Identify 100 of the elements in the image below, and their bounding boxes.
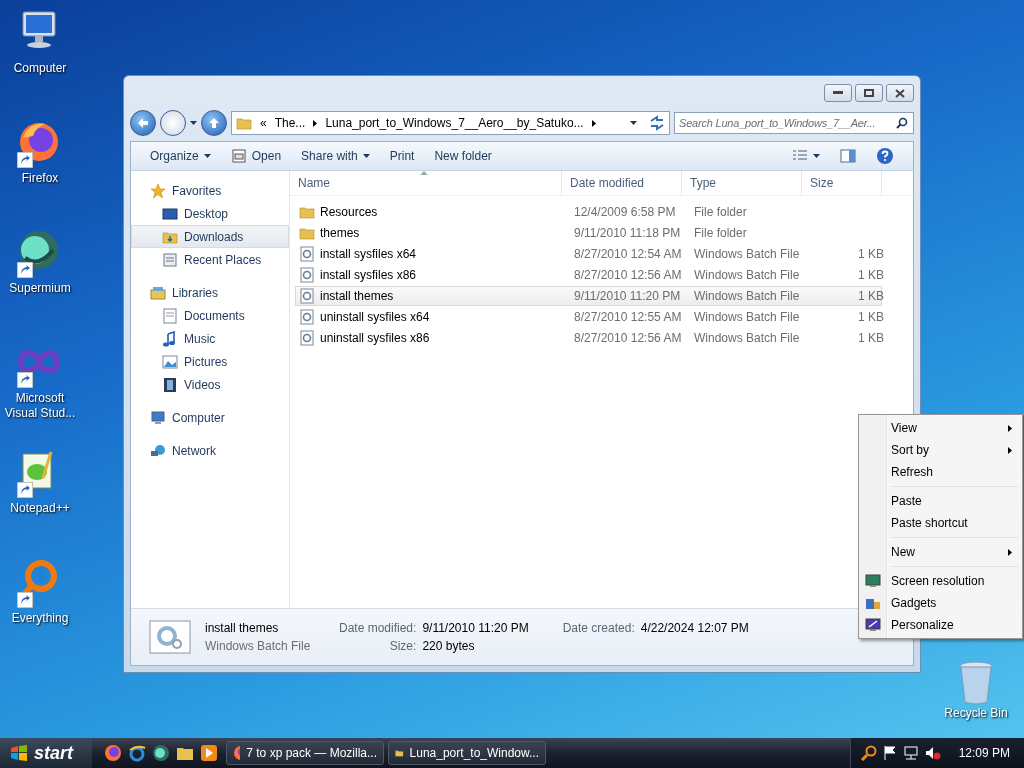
breadcrumb[interactable]: The... <box>274 116 306 130</box>
nav-item[interactable]: Desktop <box>131 202 289 225</box>
toolbar-button[interactable]: Organize <box>141 146 220 166</box>
file-name: uninstall sysfiles x64 <box>320 310 430 324</box>
type-cell-text: Windows Batch File <box>693 268 801 282</box>
start-button[interactable]: start <box>0 738 92 768</box>
caret-icon <box>203 154 211 158</box>
date-cell-text: 12/4/2009 6:58 PM <box>573 205 677 219</box>
toolbar-button[interactable]: New folder <box>425 146 501 166</box>
menu-item[interactable]: Paste <box>861 490 1020 512</box>
type-cell-text: File folder <box>693 205 748 219</box>
column-header[interactable]: Type <box>682 171 802 195</box>
sort-arrow-icon <box>420 171 428 175</box>
star-icon <box>150 182 166 199</box>
nav-item[interactable]: Music <box>131 327 289 350</box>
toolbar-button[interactable]: Print <box>380 146 424 166</box>
size-cell-text: 1 KB <box>857 289 885 303</box>
menu-item[interactable]: Screen resolution <box>861 570 1020 592</box>
address-overflow[interactable]: « <box>260 116 267 130</box>
close-button[interactable] <box>886 84 914 102</box>
icon-label: Notepad++ <box>10 501 70 516</box>
shortcut-arrow-icon <box>17 482 33 498</box>
nav-item[interactable]: Computer <box>131 406 289 429</box>
nav-item[interactable]: Videos <box>131 373 289 396</box>
internet-explorer-icon[interactable] <box>128 744 146 762</box>
computer-icon <box>150 409 166 426</box>
shortcut-arrow-icon <box>17 372 33 388</box>
date-cell-text: 9/11/2010 11:18 PM <box>573 226 682 240</box>
menu-item[interactable]: Gadgets <box>861 592 1020 614</box>
nav-item[interactable]: Documents <box>131 304 289 327</box>
detail-value: 220 bytes <box>422 639 476 653</box>
preview-pane-icon <box>840 149 856 163</box>
maximize-button[interactable] <box>855 84 883 102</box>
toolbar-button[interactable]: Share with <box>292 146 379 166</box>
search-field[interactable]: Search Luna_port_to_Windows_7__Aer... <box>674 112 914 134</box>
view-list-icon <box>792 149 808 163</box>
column-header[interactable]: Size <box>802 171 882 195</box>
shortcut-arrow-icon <box>17 262 33 278</box>
file-row[interactable]: uninstall sysfiles x86 8/27/2010 12:56 AM Windows Batch File 1 KB <box>295 328 882 348</box>
file-name: Resources <box>320 205 378 219</box>
history-caret-icon <box>190 121 197 125</box>
submenu-arrow-icon <box>1008 424 1012 432</box>
windows-logo-icon <box>10 745 28 761</box>
recent-icon <box>162 251 178 268</box>
nav-item[interactable]: Downloads <box>131 225 289 248</box>
menu-item[interactable]: Refresh <box>861 461 1020 483</box>
minimize-icon <box>833 91 843 95</box>
nav-item[interactable]: Favorites <box>131 179 289 202</box>
nav-item[interactable]: Recent Places <box>131 248 289 271</box>
up-button[interactable] <box>201 110 227 136</box>
search-icon[interactable] <box>860 745 877 761</box>
column-header[interactable]: Date modified <box>562 171 682 195</box>
detail-value: 9/11/2010 11:20 PM <box>422 621 529 635</box>
muted-speaker-icon[interactable] <box>924 745 941 761</box>
menu-item[interactable]: Sort by <box>861 439 1020 461</box>
detail-type: Windows Batch File <box>205 639 312 653</box>
help-icon <box>876 147 894 165</box>
file-name: install sysfiles x86 <box>320 268 417 282</box>
nav-item[interactable]: Network <box>131 439 289 462</box>
breadcrumb[interactable]: Luna_port_to_Windows_7__Aero__by_Satuko... <box>325 116 584 130</box>
close-icon <box>895 88 905 98</box>
file-row[interactable]: Resources 12/4/2009 6:58 PM File folder <box>295 202 882 222</box>
file-name: themes <box>320 226 360 240</box>
minimize-button[interactable] <box>824 84 852 102</box>
file-row[interactable]: install themes 9/11/2010 11:20 PM Windows Batch File 1 KB <box>295 286 882 306</box>
up-arrow-icon <box>208 117 220 129</box>
file-row[interactable]: install sysfiles x86 8/27/2010 12:56 AM Windows Batch File 1 KB <box>295 265 882 285</box>
submenu-arrow-icon <box>591 119 596 127</box>
menu-item[interactable]: Paste shortcut <box>861 512 1020 534</box>
folder-icon <box>236 115 252 131</box>
menu-item[interactable]: New <box>861 541 1020 563</box>
detail-label: Date modified: <box>339 621 417 635</box>
network-icon[interactable] <box>902 745 919 761</box>
taskbar-button[interactable]: 7 to xp pack — Mozilla... <box>226 741 384 765</box>
firefox-icon[interactable] <box>104 744 122 762</box>
taskbar-button[interactable]: Luna_port_to_Window... <box>388 741 546 765</box>
personalize-icon <box>865 617 881 633</box>
media-player-icon[interactable] <box>200 744 218 762</box>
size-cell-text: 1 KB <box>857 310 885 324</box>
file-row[interactable]: install sysfiles x64 8/27/2010 12:54 AM Windows Batch File 1 KB <box>295 244 882 264</box>
column-header[interactable]: Name <box>290 171 562 195</box>
date-cell-text: 9/11/2010 11:20 PM <box>573 289 682 303</box>
file-row[interactable]: themes 9/11/2010 11:18 PM File folder <box>295 223 882 243</box>
file-row[interactable]: uninstall sysfiles x64 8/27/2010 12:55 AM Windows Batch File 1 KB <box>295 307 882 327</box>
open-icon <box>230 148 247 164</box>
toolbar-button[interactable]: Open <box>221 145 291 167</box>
back-button[interactable] <box>130 110 156 136</box>
size-cell-text: 1 KB <box>857 268 885 282</box>
menu-item[interactable]: View <box>861 417 1020 439</box>
flag-icon[interactable] <box>882 745 897 761</box>
folder-icon <box>299 204 315 220</box>
menu-item[interactable]: Personalize <box>861 614 1020 636</box>
nav-item[interactable]: Libraries <box>131 281 289 304</box>
address-bar[interactable]: « The... Luna_port_to_Windows_7__Aero__by_Satuko... <box>231 111 670 135</box>
date-cell-text: 8/27/2010 12:56 AM <box>573 268 683 282</box>
forward-button[interactable] <box>160 110 186 136</box>
monitor-icon <box>865 573 881 589</box>
network-icon <box>150 442 166 459</box>
nav-item[interactable]: Pictures <box>131 350 289 373</box>
supermium-icon[interactable] <box>152 744 170 762</box>
